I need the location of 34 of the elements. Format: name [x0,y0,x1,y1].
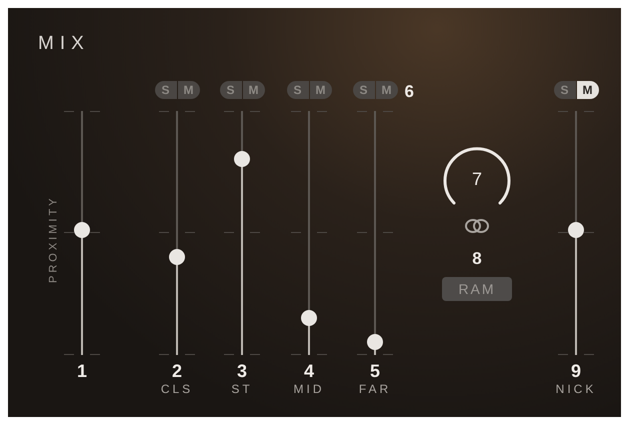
solo-button[interactable]: S [220,80,242,98]
mute-button[interactable]: M [576,80,598,98]
channel-count: 6 [404,80,414,102]
fader-thumb[interactable] [234,151,250,168]
solo-button[interactable]: S [154,80,176,98]
fader-thumb[interactable] [367,334,383,350]
panel-title: MIX [38,32,91,56]
voice-count: 8 [472,248,482,270]
solo-button[interactable]: S [286,80,308,98]
fader-thumb[interactable] [169,248,185,265]
solo-button[interactable]: S [352,80,374,98]
fader-thumb[interactable] [74,222,90,238]
channel-number: 5 [370,360,380,380]
channel-label: CLS [160,380,194,396]
channel-number: 4 [304,360,314,380]
channel-number: 1 [76,360,87,380]
channel-label: FAR [358,380,392,396]
fader-thumb[interactable] [568,222,584,238]
link-icon[interactable] [464,218,490,234]
channel-number: 9 [570,360,581,380]
mute-button[interactable]: M [310,80,332,98]
ram-button[interactable]: RAM [442,277,512,301]
fader-thumb[interactable] [301,310,317,326]
channel-label: MID [294,380,324,396]
side-label: PROXIMITY [46,195,60,282]
channel-label: ST [231,380,253,396]
mute-button[interactable]: M [242,80,264,98]
channel-label: NICK [556,380,596,396]
mute-button[interactable]: M [178,80,200,98]
channel-number: 3 [236,360,247,380]
knob-value: 7 [472,168,482,191]
channel-number: 2 [172,360,182,380]
mute-button[interactable]: M [376,80,398,98]
solo-button[interactable]: S [554,80,576,98]
